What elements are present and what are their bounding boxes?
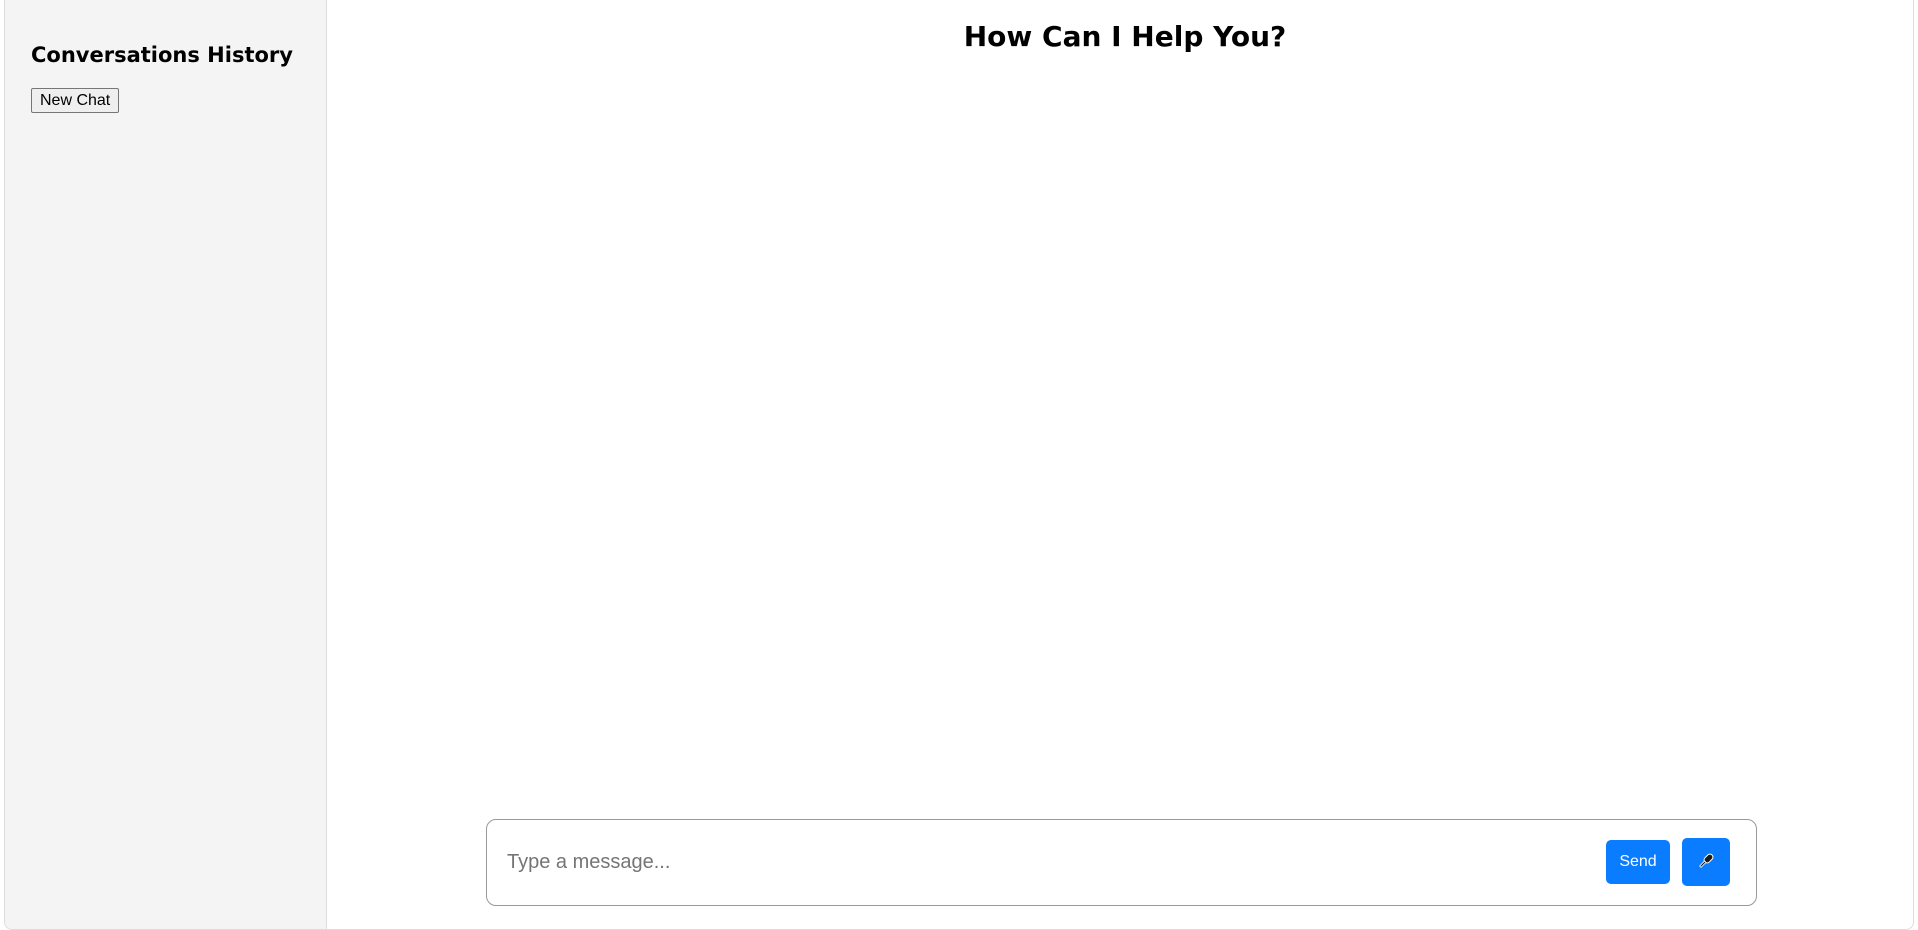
app-window: Conversations History New Chat How Can I… — [4, 0, 1914, 930]
new-chat-button[interactable]: New Chat — [31, 88, 120, 113]
message-input[interactable] — [507, 842, 1557, 882]
chat-main: How Can I Help You? Send — [327, 0, 1913, 929]
microphone-icon — [1696, 851, 1716, 874]
message-composer: Send — [486, 819, 1757, 906]
conversations-sidebar: Conversations History New Chat — [5, 0, 327, 929]
page-title: How Can I Help You? — [963, 20, 1287, 53]
send-button[interactable]: Send — [1606, 840, 1670, 884]
microphone-button[interactable] — [1682, 838, 1730, 886]
sidebar-title: Conversations History — [31, 43, 293, 67]
